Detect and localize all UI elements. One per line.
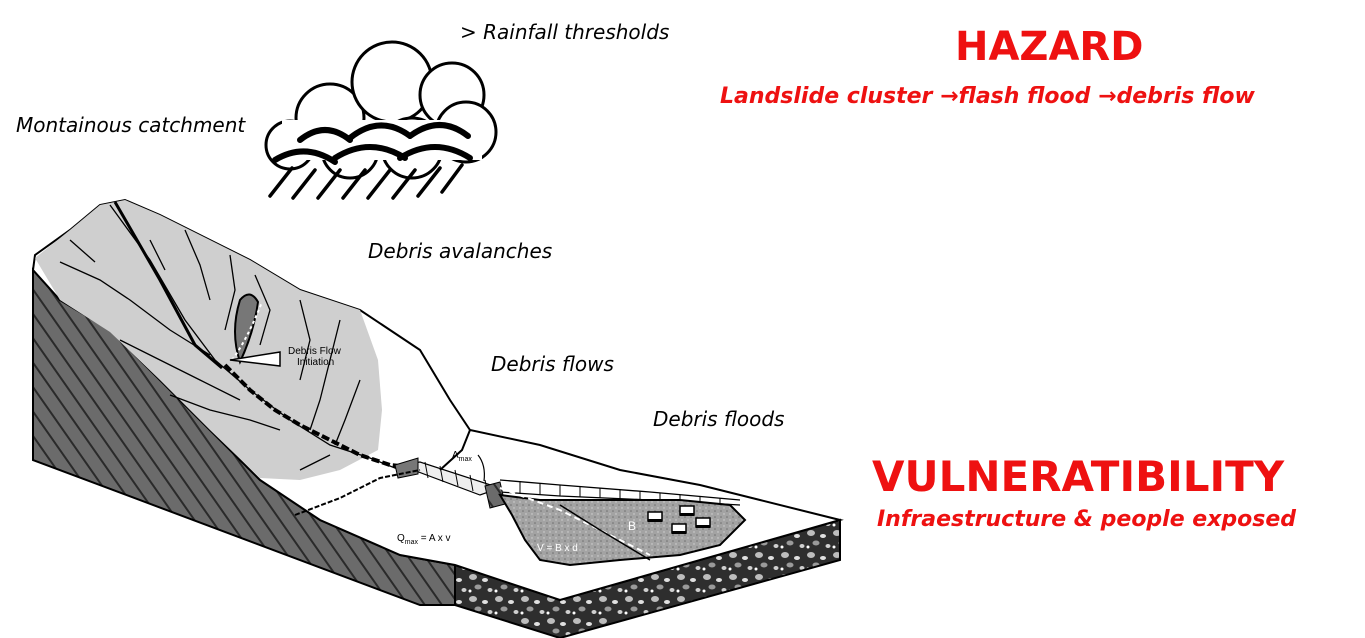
- hazard-chain: Landslide cluster →flash flood →debris f…: [720, 84, 1255, 109]
- initiation-label-line2: Initiation: [297, 357, 334, 368]
- volume-formula: V = B x d: [537, 543, 578, 554]
- chain-step-landslide: Landslide cluster: [720, 84, 933, 109]
- arrow-right-icon: →: [940, 84, 959, 109]
- initiation-label-line1: Debris Flow: [288, 346, 342, 357]
- catchment-label: Montainous catchment: [16, 113, 246, 137]
- debris-floods-label: Debris floods: [653, 407, 785, 431]
- debris-flows-label: Debris flows: [491, 352, 614, 376]
- cloud-icon: [264, 40, 498, 180]
- vulnerability-title: VULNERATIBILITY: [872, 452, 1285, 501]
- fan-b-label: B: [628, 519, 636, 533]
- hazard-title: HAZARD: [955, 24, 1144, 70]
- chain-step-debris-flow: debris flow: [1116, 84, 1255, 109]
- chain-step-flash-flood: flash flood: [958, 84, 1091, 109]
- arrow-right-icon: →: [1098, 84, 1117, 109]
- rainfall-thresholds-label: > Rainfall thresholds: [460, 20, 670, 44]
- debris-avalanches-label: Debris avalanches: [368, 239, 553, 263]
- vulnerability-subtitle: Infraestructure & people exposed: [877, 507, 1297, 532]
